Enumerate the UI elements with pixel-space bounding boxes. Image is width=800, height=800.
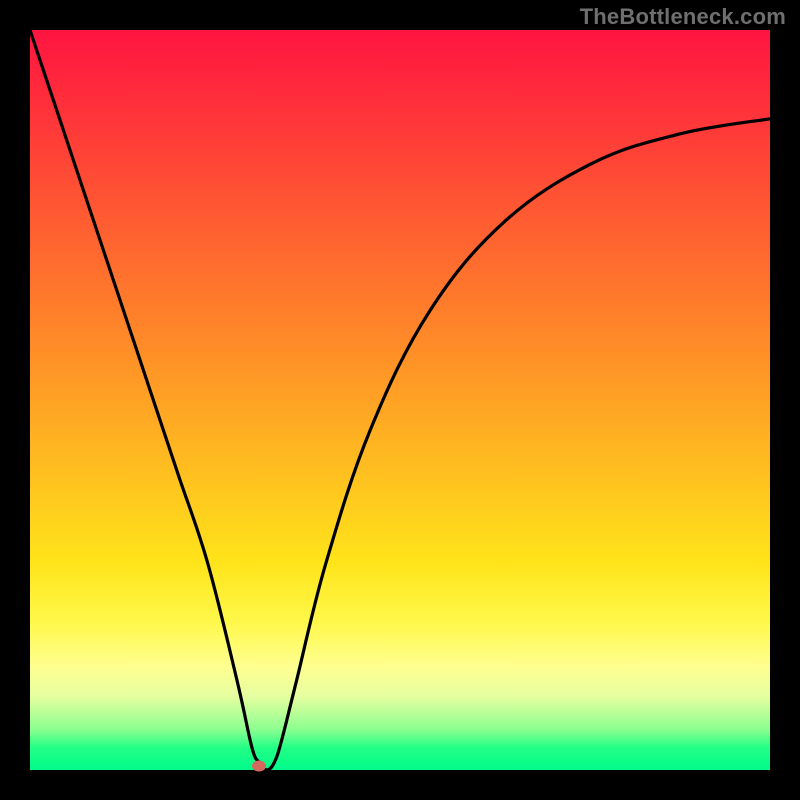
chart-frame: TheBottleneck.com — [0, 0, 800, 800]
bottleneck-curve — [30, 30, 770, 770]
optimum-marker-icon — [252, 761, 266, 772]
curve-svg — [30, 30, 770, 770]
watermark-text: TheBottleneck.com — [580, 4, 786, 30]
plot-area — [30, 30, 770, 770]
